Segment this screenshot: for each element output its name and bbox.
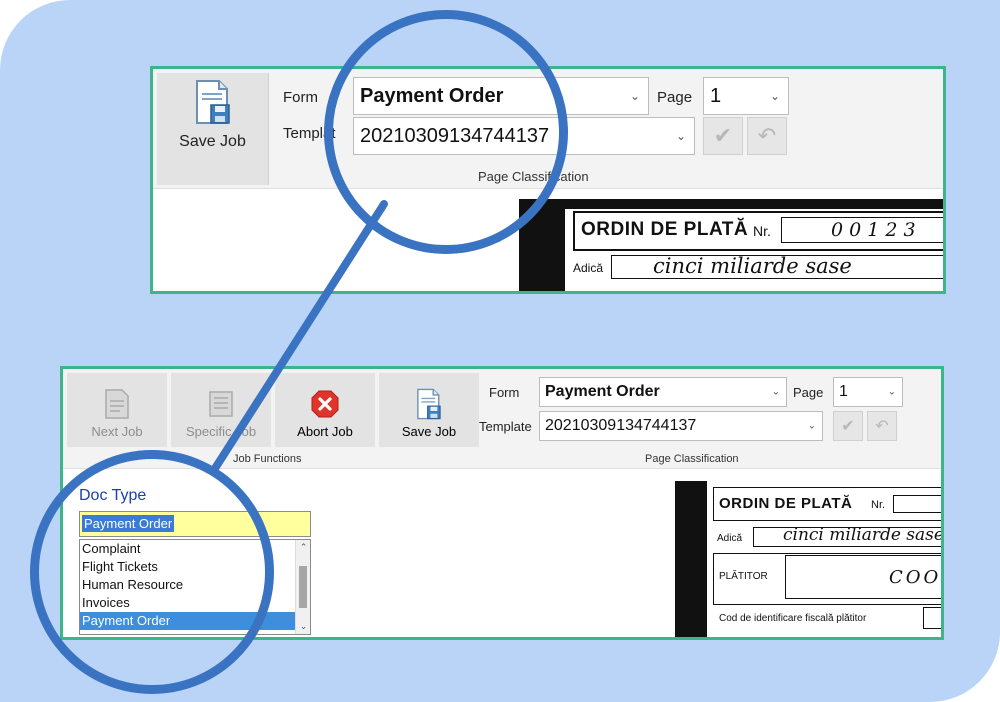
doc-type-highlight-circle xyxy=(30,450,274,694)
zoom-highlight-circle xyxy=(324,10,568,254)
